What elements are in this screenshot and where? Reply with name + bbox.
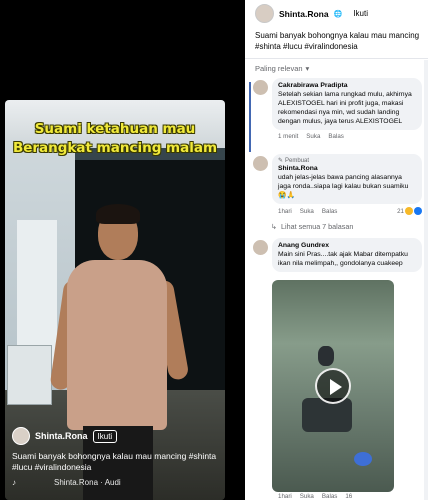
post-author-name[interactable]: Shinta.Rona: [279, 9, 329, 19]
video-follow-button[interactable]: Ikuti: [92, 429, 118, 443]
avatar[interactable]: [255, 4, 274, 23]
video-audio-label[interactable]: Shinta.Rona · Audi: [54, 478, 121, 487]
video-player[interactable]: Suami ketahuan mau Berangkat mancing mal…: [0, 0, 245, 500]
view-replies-label: Lihat semua 7 balasan: [281, 222, 354, 231]
reaction-count[interactable]: 16: [345, 493, 352, 500]
video-author-name[interactable]: Shinta.Rona: [35, 431, 88, 441]
comment-text: Main sini Pras....tak ajak Mabar ditempa…: [278, 251, 408, 267]
reply-arrow-icon: ↳: [271, 222, 278, 231]
like-button[interactable]: Suka: [306, 133, 320, 140]
reply-button[interactable]: Balas: [328, 133, 343, 140]
video-person-body: [67, 260, 167, 430]
media-scene-object: [354, 452, 372, 466]
comments-panel: Shinta.Rona 🌐 Ikuti Suami banyak bohongn…: [245, 0, 428, 500]
comment-meta: 1 menit Suka Balas: [278, 133, 422, 140]
avatar[interactable]: [12, 427, 30, 445]
video-person-hair: [96, 204, 140, 224]
comment-video-attachment[interactable]: [272, 280, 394, 492]
author-badge-label: Pembuat: [285, 157, 310, 164]
media-scene-person: [318, 346, 334, 366]
post-header: Shinta.Rona 🌐 Ikuti: [255, 4, 368, 23]
divider: [245, 58, 428, 59]
author-badge: ✎ Pembuat: [278, 157, 416, 165]
comment-time[interactable]: 1 menit: [278, 133, 298, 140]
comment-author[interactable]: Anang Gundrex: [278, 241, 416, 250]
haha-reaction-icon: [405, 207, 413, 215]
video-scene-sink: [7, 345, 52, 405]
comment-text: Setelah sekian lama rungkad mulu, akhirn…: [278, 91, 412, 125]
avatar[interactable]: [253, 80, 268, 95]
pencil-icon: ✎: [278, 158, 284, 164]
play-icon[interactable]: [315, 368, 351, 404]
sort-label: Paling relevan: [255, 64, 303, 73]
video-overlay-title-line1: Suami ketahuan mau: [34, 121, 196, 137]
music-icon: ♪: [12, 478, 16, 487]
post-text: Suami banyak bohongnya kalau mau mancing…: [255, 31, 420, 51]
comment-meta: 1hari Suka Balas 21: [278, 207, 422, 215]
chevron-down-icon: ▾: [305, 64, 310, 73]
comment-author[interactable]: Cakrabirawa Pradipta: [278, 81, 416, 90]
comment-meta: 1hari Suka Balas 16: [278, 493, 352, 500]
sort-dropdown[interactable]: Paling relevan ▾: [255, 64, 309, 73]
comment-bubble: Cakrabirawa Pradipta Setelah sekian lama…: [272, 78, 422, 130]
comment-author[interactable]: Shinta.Rona: [278, 164, 416, 173]
thread-line: [249, 82, 251, 152]
like-button[interactable]: Suka: [300, 493, 314, 500]
video-author-row: Shinta.Rona Ikuti: [12, 427, 118, 445]
avatar[interactable]: [253, 156, 268, 171]
video-overlay-title-line2: Berangkat mancing malam: [12, 140, 218, 156]
video-description: Suami banyak bohongnya kalau mau mancing…: [12, 451, 217, 472]
like-button[interactable]: Suka: [300, 208, 314, 215]
reaction-count: 21: [397, 207, 404, 215]
view-replies-link[interactable]: ↳ Lihat semua 7 balasan: [271, 222, 353, 231]
reply-button[interactable]: Balas: [322, 493, 337, 500]
comment-item: Cakrabirawa Pradipta Setelah sekian lama…: [253, 78, 425, 140]
follow-button[interactable]: Ikuti: [353, 9, 368, 18]
globe-icon: 🌐: [333, 10, 343, 18]
reply-button[interactable]: Balas: [322, 208, 337, 215]
video-overlay-title: Suami ketahuan mau Berangkat mancing mal…: [5, 120, 225, 158]
scrollbar[interactable]: [424, 60, 428, 500]
reaction-summary[interactable]: 21: [397, 207, 422, 215]
comment-time[interactable]: 1hari: [278, 493, 292, 500]
comment-bubble: Anang Gundrex Main sini Pras....tak ajak…: [272, 238, 422, 272]
comment-time[interactable]: 1hari: [278, 208, 292, 215]
comment-bubble: ✎ Pembuat Shinta.Rona udah jelas-jelas b…: [272, 154, 422, 204]
comment-item: ✎ Pembuat Shinta.Rona udah jelas-jelas b…: [253, 154, 425, 215]
like-reaction-icon: [414, 207, 422, 215]
comment-item: Anang Gundrex Main sini Pras....tak ajak…: [253, 238, 425, 272]
avatar[interactable]: [253, 240, 268, 255]
comment-text: udah jelas-jelas bawa pancing alasannya …: [278, 174, 409, 199]
video-audio-row[interactable]: ♪ Shinta.Rona · Audi: [12, 478, 121, 487]
